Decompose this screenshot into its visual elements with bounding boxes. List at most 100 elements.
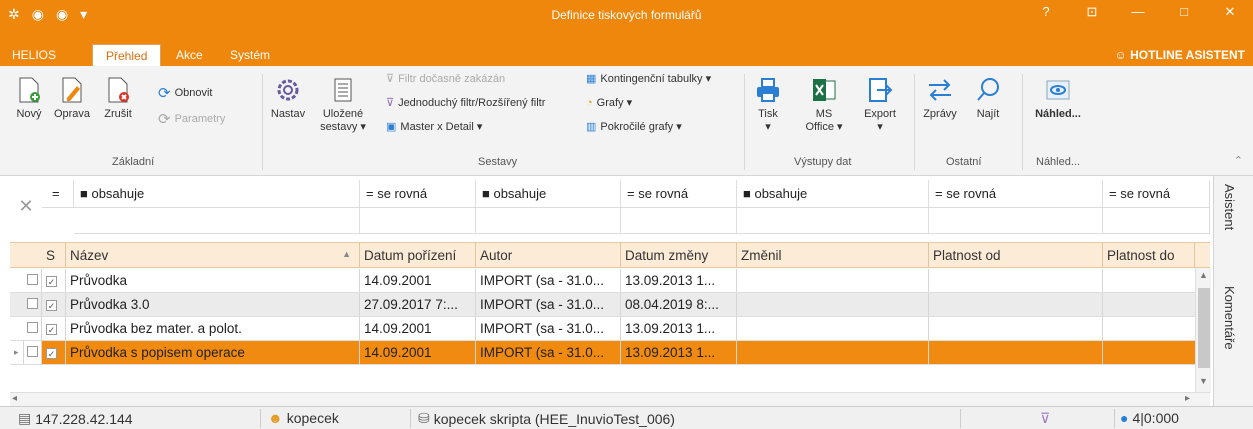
cell-autor: IMPORT (sa - 31.0...: [476, 317, 621, 340]
scroll-down-icon[interactable]: ▼: [1199, 376, 1208, 386]
filter-input[interactable]: [737, 208, 929, 234]
filter-operator-platnost-do[interactable]: = se rovná: [1103, 180, 1210, 208]
database-icon: ⛁: [418, 410, 430, 426]
filter-input[interactable]: [621, 208, 737, 234]
pokrocile-grafy-button[interactable]: ▥ Pokročilé grafy ▾: [586, 120, 682, 133]
col-header-datum-zmeny[interactable]: Datum změny: [621, 243, 737, 268]
gear-icon: [277, 79, 299, 101]
cell-datum: 27.09.2017 7:...: [360, 293, 476, 316]
filter-operator-nazev[interactable]: ■ obsahuje: [74, 180, 360, 208]
cell-platnost-od: [929, 293, 1103, 316]
table-row-selected[interactable]: ▸ ✓ Průvodka s popisem operace 14.09.200…: [10, 341, 1210, 365]
filter-operator-platnost-od[interactable]: = se rovná: [929, 180, 1103, 208]
novy-button[interactable]: Nový: [14, 76, 44, 120]
edit-document-icon: [62, 77, 82, 103]
cell-autor: IMPORT (sa - 31.0...: [476, 269, 621, 292]
table-row[interactable]: ✓ Průvodka 3.0 27.09.2017 7:... IMPORT (…: [10, 293, 1210, 317]
cell-platnost-od: [929, 269, 1103, 292]
filter-input[interactable]: [360, 208, 476, 234]
col-header-nazev[interactable]: Název ▲: [66, 243, 360, 268]
clear-filter-icon[interactable]: ✕: [10, 180, 42, 238]
help-button[interactable]: ?: [1023, 0, 1069, 24]
horizontal-scrollbar[interactable]: ◂ ▸: [10, 392, 1210, 406]
parametry-button[interactable]: ⟳ Parametry: [158, 110, 225, 128]
najit-button[interactable]: Najít: [968, 76, 1008, 120]
filter-operator-zmenil[interactable]: ■ obsahuje: [737, 180, 929, 208]
row-checkbox[interactable]: [24, 293, 42, 316]
delete-document-icon: [108, 77, 129, 103]
scroll-thumb[interactable]: [1198, 288, 1210, 368]
row-status-checkbox[interactable]: ✓: [42, 269, 66, 292]
filter-input[interactable]: [929, 208, 1103, 234]
new-document-icon: [19, 77, 40, 103]
ms-office-button[interactable]: MS Office ▾: [802, 76, 846, 133]
group-ostatni: Ostatní: [946, 156, 982, 168]
col-header-s[interactable]: S: [42, 243, 66, 268]
layout-button[interactable]: ⊡: [1069, 0, 1115, 24]
minimize-button[interactable]: —: [1115, 0, 1161, 24]
filter-operator-zmena[interactable]: = se rovná: [621, 180, 737, 208]
collapse-ribbon-icon[interactable]: ⌃: [1234, 154, 1243, 167]
row-checkbox[interactable]: [24, 269, 42, 292]
filter-icon: ⊽: [386, 97, 395, 109]
oprava-button[interactable]: Oprava: [52, 76, 92, 120]
row-status-checkbox[interactable]: ✓: [42, 341, 66, 364]
col-header-autor[interactable]: Autor: [476, 243, 621, 268]
tab-prehled[interactable]: Přehled: [92, 44, 162, 66]
nastav-button[interactable]: Nastav: [268, 76, 308, 120]
filter-status-icon[interactable]: ⊽: [1040, 410, 1050, 427]
col-header-platnost-do[interactable]: Platnost do: [1103, 243, 1195, 268]
scroll-up-icon[interactable]: ▲: [1199, 270, 1208, 280]
tisk-button[interactable]: Tisk ▾: [750, 76, 786, 133]
scroll-right-icon[interactable]: ▸: [1185, 393, 1190, 404]
tab-asistent[interactable]: Asistent: [1222, 184, 1237, 230]
status-ip: ▤ 147.228.42.144: [18, 410, 133, 427]
filter-eq-status[interactable]: =: [42, 180, 74, 208]
zrusit-button[interactable]: Zrušit: [98, 76, 138, 120]
zpravy-button[interactable]: Zprávy: [920, 76, 960, 120]
filter-input[interactable]: [74, 208, 360, 234]
col-header-zmenil[interactable]: Změnil: [737, 243, 929, 268]
row-checkbox[interactable]: [24, 341, 42, 364]
ulozene-sestavy-button[interactable]: Uložené sestavy ▾: [318, 76, 368, 133]
row-status-checkbox[interactable]: ✓: [42, 317, 66, 340]
filtr-docasne-button[interactable]: ⊽ Filtr dočasně zakázán: [386, 72, 505, 86]
tab-helios[interactable]: HELIOS: [12, 48, 56, 62]
ribbon-separator: [914, 74, 915, 170]
headset-icon: ☺: [1114, 48, 1131, 62]
hotline-asistent[interactable]: ☺ HOTLINE ASISTENT: [1115, 48, 1245, 62]
cell-datum: 14.09.2001: [360, 341, 476, 364]
status-separator: [410, 409, 411, 428]
filter-operator-datum[interactable]: = se rovná: [360, 180, 476, 208]
filter-operator-autor[interactable]: ■ obsahuje: [476, 180, 621, 208]
scroll-left-icon[interactable]: ◂: [12, 393, 17, 404]
row-status-checkbox[interactable]: ✓: [42, 293, 66, 316]
kontingencni-button[interactable]: ▦ Kontingenční tabulky ▾: [586, 72, 711, 85]
tab-komentare[interactable]: Komentáře: [1222, 286, 1237, 350]
col-header-platnost-od[interactable]: Platnost od: [929, 243, 1103, 268]
table-row[interactable]: ✓ Průvodka bez mater. a polot. 14.09.200…: [10, 317, 1210, 341]
cell-autor: IMPORT (sa - 31.0...: [476, 341, 621, 364]
nahled-button[interactable]: Náhled...: [1030, 76, 1086, 120]
master-detail-button[interactable]: ▣ Master x Detail ▾: [386, 120, 482, 133]
maximize-button[interactable]: □: [1161, 0, 1207, 24]
cell-zmenil: [737, 269, 929, 292]
vertical-scrollbar[interactable]: ▲ ▼: [1195, 268, 1211, 393]
col-header-datum-porizeni[interactable]: Datum pořízení: [360, 243, 476, 268]
status-bar: ▤ 147.228.42.144 ☻ kopecek ⛁ kopecek skript…: [0, 406, 1253, 429]
cell-zmena: 13.09.2013 1...: [621, 317, 737, 340]
tab-system[interactable]: Systém: [230, 48, 270, 62]
obnovit-button[interactable]: ⟳ Obnovit: [158, 84, 213, 102]
tab-akce[interactable]: Akce: [176, 48, 203, 62]
status-count: ● 4|0:000: [1120, 410, 1179, 426]
row-checkbox[interactable]: [24, 317, 42, 340]
cell-nazev: Průvodka: [66, 269, 360, 292]
filter-input[interactable]: [1103, 208, 1210, 234]
close-button[interactable]: ✕: [1207, 0, 1253, 24]
table-row[interactable]: ✓ Průvodka 14.09.2001 IMPORT (sa - 31.0.…: [10, 269, 1210, 293]
export-button[interactable]: Export ▾: [858, 76, 902, 133]
jednoduchy-filtr-button[interactable]: ⊽ Jednoduchý filtr/Rozšířený filtr: [386, 96, 545, 110]
grafy-button[interactable]: ◔ Grafy ▾: [586, 96, 632, 110]
cell-platnost-od: [929, 317, 1103, 340]
filter-input[interactable]: [476, 208, 621, 234]
